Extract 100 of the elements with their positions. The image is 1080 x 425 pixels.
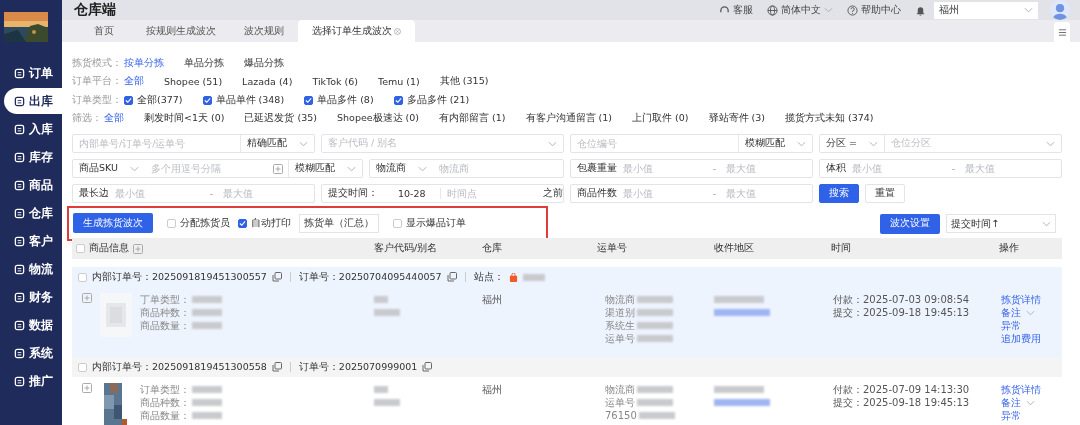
filter-option[interactable]: TikTok (6) <box>312 76 358 88</box>
dropdown[interactable]: 模糊匹配 <box>288 160 363 177</box>
bell-icon[interactable] <box>915 4 926 16</box>
filter-option[interactable]: 有客户沟通留言 (1) <box>525 112 613 126</box>
action-link[interactable]: 异常 <box>1001 409 1062 422</box>
text-input[interactable]: 最大值 <box>959 160 1061 177</box>
filter-field[interactable]: 仓位编号 模糊匹配 <box>570 134 813 153</box>
filter-option[interactable]: 全部 <box>124 75 144 89</box>
header-link[interactable]: 简体中文 <box>767 3 833 17</box>
action-link[interactable]: 拣货详情 <box>1001 383 1062 396</box>
expand-icon[interactable] <box>273 163 284 174</box>
text-input[interactable]: 物流商 <box>433 160 563 177</box>
filter-option[interactable]: Temu (1) <box>378 76 420 88</box>
text-input[interactable]: 最小值 <box>846 160 948 177</box>
text-input[interactable]: 最小值 <box>617 160 709 177</box>
action-link[interactable]: 拣货详情 <box>1001 293 1062 306</box>
filter-option[interactable]: 爆品分拣 <box>244 56 284 70</box>
filter-option[interactable]: 揽货方式未知 (374) <box>785 112 874 126</box>
filter-option[interactable]: 有内部留言 (1) <box>439 112 506 126</box>
sidebar-item[interactable]: 财务 <box>4 284 62 310</box>
sidebar-item[interactable]: 订单 <box>4 60 62 86</box>
action-link[interactable]: 备注 <box>1001 396 1062 409</box>
expand-icon[interactable] <box>82 293 92 303</box>
tab[interactable]: 选择订单生成波次 <box>298 20 415 42</box>
copy-icon[interactable] <box>422 362 433 372</box>
filter-field[interactable]: 分区 = 仓位分区 <box>819 134 1062 153</box>
action-link[interactable]: 异常 <box>1001 319 1062 332</box>
checkbox-option[interactable]: 显示爆品订单 <box>393 216 466 230</box>
sidebar-item[interactable]: 商品 <box>4 172 62 198</box>
filter-option[interactable]: Lazada (4) <box>242 76 293 88</box>
tab[interactable]: 波次规则 <box>230 20 298 42</box>
copy-icon[interactable] <box>271 362 282 372</box>
dropdown[interactable]: 商品SKU <box>73 160 145 177</box>
dropdown[interactable]: 模糊匹配 <box>738 135 812 152</box>
text-input[interactable]: 最小值 <box>617 185 709 202</box>
filter-option[interactable]: 上门取件 (0) <box>632 112 689 126</box>
text-input[interactable]: 最大值 <box>720 185 812 202</box>
settings-button[interactable]: 波次设置 <box>880 213 940 234</box>
text-input[interactable]: 最大值 <box>720 160 812 177</box>
action-link[interactable]: 追加费用 <box>1001 332 1062 345</box>
warehouse-select[interactable]: 福州 <box>934 1 1038 19</box>
sidebar-item[interactable]: 入库 <box>4 116 62 142</box>
expand-icon[interactable] <box>133 243 143 254</box>
dropdown[interactable]: 拣货单（汇总） <box>299 213 379 233</box>
filter-field[interactable]: 商品件数 最小值 - 最大值 <box>570 184 813 203</box>
sidebar-item[interactable]: 物流 <box>4 256 62 282</box>
tab[interactable]: 首页 <box>76 20 132 42</box>
checkbox-option[interactable]: 分配拣货员 <box>167 216 230 230</box>
checkbox[interactable] <box>304 95 314 105</box>
filter-field[interactable]: 提交时间： 10-28 时间点 之前 <box>321 184 564 203</box>
checkbox[interactable] <box>393 95 403 105</box>
filter-option[interactable]: 剩发时间<1天 (0) <box>144 112 225 126</box>
filter-option[interactable]: 按单分拣 <box>124 56 164 70</box>
filter-option[interactable]: Shopee极速达 (0) <box>337 112 420 126</box>
filter-option[interactable]: 全部 <box>104 112 124 126</box>
copy-icon[interactable] <box>271 272 282 282</box>
sidebar-item[interactable]: 推广 <box>4 368 62 394</box>
header-link[interactable]: 客服 <box>719 3 753 17</box>
checkbox-option[interactable]: 单品单件 (348) <box>202 93 285 107</box>
reset-button[interactable]: 重置 <box>865 184 905 203</box>
menu-button[interactable] <box>1054 22 1070 42</box>
checkbox-option[interactable]: 自动打印 <box>238 216 291 230</box>
sidebar-item[interactable]: 数据 <box>4 312 62 338</box>
checkbox-option[interactable]: 全部(377) <box>124 93 183 107</box>
filter-field[interactable]: 包裹重量 最小值 - 最大值 <box>570 159 813 178</box>
filter-field[interactable]: 最长边 最小值 - 最大值 <box>72 184 315 203</box>
copy-icon[interactable] <box>446 272 457 282</box>
caret-icon <box>1046 140 1055 147</box>
sidebar-item[interactable]: 出库 <box>4 88 62 114</box>
filter-option[interactable]: 驿站寄件 (3) <box>708 112 765 126</box>
text-input[interactable]: 最大值 <box>217 185 314 202</box>
action-link[interactable]: 备注 <box>1001 306 1062 319</box>
filter-option[interactable]: 其他 (315) <box>439 75 489 89</box>
search-button[interactable]: 搜索 <box>819 184 859 203</box>
checkbox[interactable] <box>202 95 212 105</box>
checkbox-option[interactable]: 多品多件 (21) <box>393 93 470 107</box>
filter-option[interactable]: 单品分拣 <box>184 56 224 70</box>
filter-option[interactable]: Shopee (51) <box>164 76 223 88</box>
avatar-icon[interactable] <box>1050 0 1070 20</box>
checkbox[interactable] <box>124 95 133 105</box>
filter-field[interactable]: 物流商 物流商 <box>369 159 564 178</box>
generate-button[interactable]: 生成拣货波次 <box>73 213 153 233</box>
sidebar-item[interactable]: 客户 <box>4 228 62 254</box>
sidebar-item[interactable]: 系统 <box>4 340 62 366</box>
dropdown[interactable]: 精确匹配 <box>240 135 314 152</box>
text-input[interactable]: 仓位编号 <box>571 135 738 152</box>
sidebar-item[interactable]: 仓库 <box>4 200 62 226</box>
sidebar-item[interactable]: 库存 <box>4 144 62 170</box>
checkbox-option[interactable]: 单品多件 (8) <box>304 93 374 107</box>
filter-option[interactable]: 已延迟发货 (35) <box>244 112 317 126</box>
text-input[interactable]: 时间点 <box>440 185 537 202</box>
filter-field[interactable]: 体积 最小值 - 最大值 <box>819 159 1062 178</box>
tab[interactable]: 按规则生成波次 <box>132 20 230 42</box>
dropdown[interactable]: 分区 = <box>820 135 884 152</box>
dropdown[interactable]: 物流商 <box>370 160 434 177</box>
expand-icon[interactable] <box>82 383 92 393</box>
header-link[interactable]: 帮助中心 <box>847 3 901 17</box>
checkbox[interactable] <box>238 218 247 228</box>
sort-select[interactable]: 提交时间↑ <box>946 214 1056 233</box>
text-input[interactable]: 最小值 <box>109 185 206 202</box>
